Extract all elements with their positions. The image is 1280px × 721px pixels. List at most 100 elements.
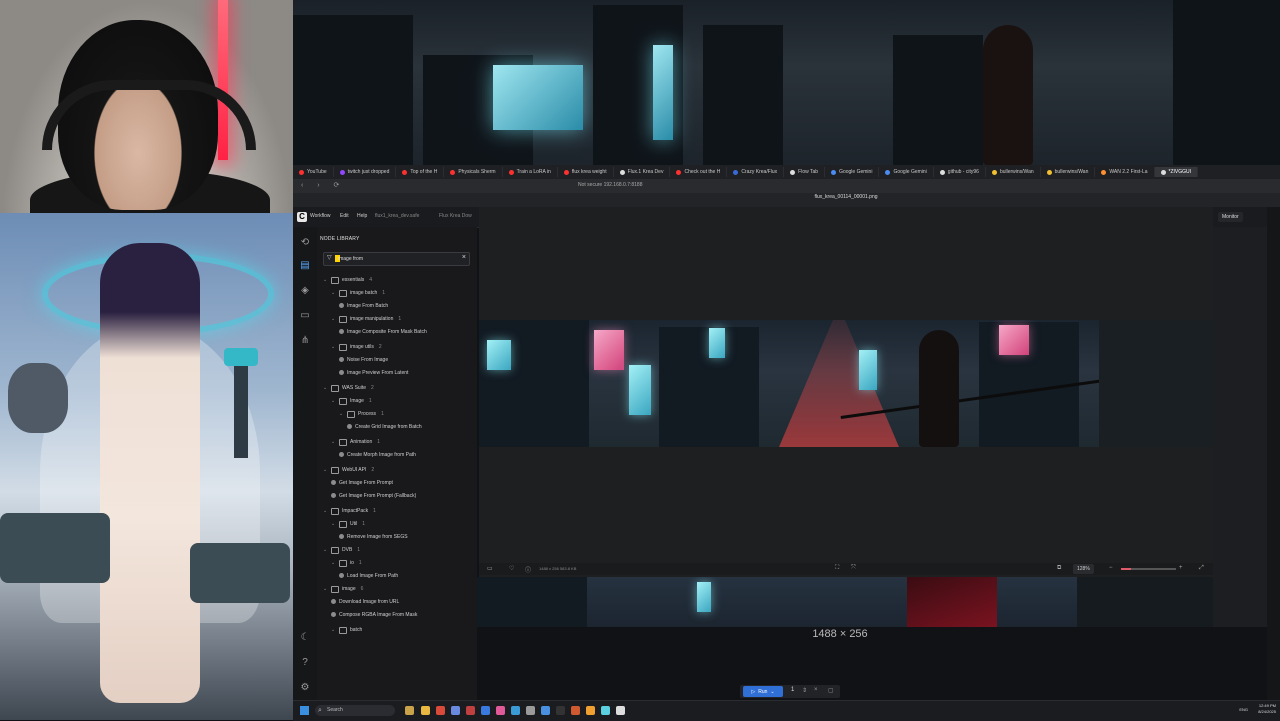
tree-node-item[interactable]: Load Image From Path bbox=[339, 573, 474, 579]
theme-toggle-icon[interactable]: ☾ bbox=[299, 632, 311, 644]
workflow-tab[interactable]: Flux Krea Dow bbox=[439, 213, 472, 219]
browser-tab[interactable]: WAN 2.2 First-La bbox=[1095, 167, 1155, 177]
browser-tab[interactable]: Flow Tab bbox=[784, 167, 826, 177]
browser-tab[interactable]: Physicals Sherm bbox=[444, 167, 503, 177]
browser-tab[interactable]: Crazy Krea/Flux bbox=[727, 167, 785, 177]
tree-node-item[interactable]: Get Image From Prompt (Fallback) bbox=[331, 493, 466, 499]
taskbar-app-icon[interactable] bbox=[496, 706, 505, 715]
tree-folder[interactable]: ⌄ image batch 1 bbox=[331, 290, 466, 297]
tree-node-item[interactable]: Create Grid Image from Batch bbox=[347, 424, 477, 430]
browser-tab[interactable]: flux krea weight bbox=[558, 167, 614, 177]
node-bookmark-icon[interactable] bbox=[339, 534, 344, 539]
taskbar-app-icon[interactable] bbox=[571, 706, 580, 715]
browser-tab[interactable]: bullerwins/Wan bbox=[1041, 167, 1096, 177]
zoom-level-select[interactable]: 128% bbox=[1073, 564, 1094, 574]
taskbar-search[interactable]: Search bbox=[315, 705, 395, 716]
tree-folder[interactable]: ⌄ ImpactPack 1 bbox=[323, 508, 458, 515]
tree-folder[interactable]: ⌄ Image 1 bbox=[331, 398, 466, 405]
node-bookmark-icon[interactable] bbox=[339, 303, 344, 308]
tree-folder[interactable]: ⌄ Process 1 bbox=[339, 411, 474, 418]
settings-icon[interactable] bbox=[526, 706, 535, 715]
tree-node-item[interactable]: Image Composite From Mask Batch bbox=[339, 329, 474, 335]
browser-tab[interactable]: twitch just dropped bbox=[334, 167, 397, 177]
tree-folder[interactable]: ⌄ io 1 bbox=[331, 560, 466, 567]
comfy-logo-icon[interactable]: C bbox=[297, 212, 307, 222]
model-library-icon[interactable]: ◈ bbox=[299, 285, 311, 297]
browser-tab[interactable]: Flux.1 Krea Dev bbox=[614, 167, 671, 177]
taskbar-app-icon[interactable] bbox=[405, 706, 414, 715]
taskbar-app-icon[interactable] bbox=[616, 706, 625, 715]
tree-folder[interactable]: ⌄ Animation 1 bbox=[331, 439, 466, 446]
browser-tab[interactable]: bullerwins/Wan bbox=[986, 167, 1041, 177]
fullscreen-icon[interactable]: ⤢ bbox=[1199, 565, 1204, 572]
workflows-icon[interactable]: ▭ bbox=[299, 310, 311, 322]
compare-icon[interactable]: ⧉ bbox=[1057, 565, 1061, 572]
browser-tab[interactable]: Check out the H bbox=[670, 167, 728, 177]
node-bookmark-icon[interactable] bbox=[339, 573, 344, 578]
node-bookmark-icon[interactable] bbox=[331, 493, 336, 498]
tree-folder[interactable]: ⌄ image manipulation 1 bbox=[331, 316, 466, 323]
tree-folder[interactable]: ⌄ essentials 4 bbox=[323, 277, 458, 284]
node-bookmark-icon[interactable] bbox=[339, 452, 344, 457]
zoom-in-icon[interactable]: + bbox=[1179, 565, 1183, 571]
help-icon[interactable]: ? bbox=[299, 657, 311, 669]
monitor-button[interactable]: Monitor bbox=[1218, 212, 1243, 222]
image-icon[interactable]: ▭ bbox=[487, 565, 493, 572]
taskbar-clock[interactable]: 12:49 PM 8/24/2025 bbox=[1258, 703, 1276, 715]
queue-icon[interactable]: ▢ bbox=[828, 687, 834, 694]
browser-tab[interactable]: Google Gemini bbox=[879, 167, 934, 177]
taskbar-app-icon[interactable] bbox=[451, 706, 460, 715]
menu-edit[interactable]: Edit bbox=[340, 213, 349, 219]
stepper-icon[interactable]: ⇕ bbox=[802, 687, 807, 694]
node-bookmark-icon[interactable] bbox=[339, 357, 344, 362]
language-indicator[interactable]: ENG bbox=[1239, 707, 1248, 712]
tree-node-item[interactable]: Image From Batch bbox=[339, 303, 474, 309]
browser-tab[interactable]: *ZIVGGUI bbox=[1154, 167, 1199, 177]
menu-help[interactable]: Help bbox=[357, 213, 367, 219]
fit-icon[interactable]: ⛶ bbox=[835, 565, 839, 572]
tree-node-item[interactable]: Download Image from URL bbox=[331, 599, 466, 605]
templates-icon[interactable]: ⋔ bbox=[299, 335, 311, 347]
node-bookmark-icon[interactable] bbox=[347, 424, 352, 429]
history-icon[interactable]: ⟲ bbox=[299, 237, 311, 249]
browser-tab[interactable]: YouTube bbox=[293, 167, 334, 177]
node-search-input[interactable] bbox=[338, 254, 448, 264]
taskbar-app-icon[interactable] bbox=[541, 706, 550, 715]
zoom-out-icon[interactable]: − bbox=[1109, 565, 1113, 571]
taskbar-app-icon[interactable] bbox=[601, 706, 610, 715]
node-bookmark-icon[interactable] bbox=[339, 329, 344, 334]
file-explorer-icon[interactable] bbox=[421, 706, 430, 715]
cancel-icon[interactable]: × bbox=[814, 687, 818, 693]
tree-node-item[interactable]: Image Preview From Latent bbox=[339, 370, 474, 376]
node-bookmark-icon[interactable] bbox=[331, 612, 336, 617]
chrome-icon[interactable] bbox=[436, 706, 445, 715]
info-icon[interactable]: ⓘ bbox=[525, 565, 531, 574]
tree-folder[interactable]: ⌄ WAS Suite 2 bbox=[323, 385, 458, 392]
tree-folder[interactable]: ⌄ Util 1 bbox=[331, 521, 466, 528]
clear-search-icon[interactable]: × bbox=[462, 254, 466, 261]
batch-count[interactable]: 1 bbox=[791, 687, 794, 693]
tree-node-item[interactable]: Noise From Image bbox=[339, 357, 474, 363]
zoom-slider[interactable] bbox=[1121, 568, 1176, 570]
tree-node-item[interactable]: Create Morph Image from Path bbox=[339, 452, 474, 458]
taskbar-app-icon[interactable] bbox=[586, 706, 595, 715]
windows-start-icon[interactable] bbox=[300, 706, 309, 715]
node-library-icon[interactable]: ▤ bbox=[299, 260, 311, 272]
browser-tab[interactable]: Google Gemini bbox=[825, 167, 880, 177]
shrink-icon[interactable]: ⤧ bbox=[851, 565, 856, 572]
heart-icon[interactable]: ♡ bbox=[509, 565, 514, 572]
tree-folder[interactable]: ⌄ WebUI API 2 bbox=[323, 467, 458, 474]
tree-folder[interactable]: ⌄ image 6 bbox=[323, 586, 458, 593]
node-bookmark-icon[interactable] bbox=[339, 370, 344, 375]
tree-folder[interactable]: ⌄ image utils 2 bbox=[331, 344, 466, 351]
nav-buttons[interactable]: ‹ › ⟳ bbox=[301, 181, 345, 189]
tree-node-item[interactable]: Remove Image from SEGS bbox=[339, 534, 474, 540]
settings-gear-icon[interactable]: ⚙ bbox=[299, 682, 311, 694]
taskbar-app-icon[interactable] bbox=[511, 706, 520, 715]
tree-folder[interactable]: ⌄ batch bbox=[331, 627, 466, 634]
node-bookmark-icon[interactable] bbox=[331, 480, 336, 485]
taskbar-app-icon[interactable] bbox=[556, 706, 565, 715]
node-bookmark-icon[interactable] bbox=[331, 599, 336, 604]
tree-node-item[interactable]: Compose RGBA Image From Mask bbox=[331, 612, 466, 618]
taskbar-app-icon[interactable] bbox=[466, 706, 475, 715]
